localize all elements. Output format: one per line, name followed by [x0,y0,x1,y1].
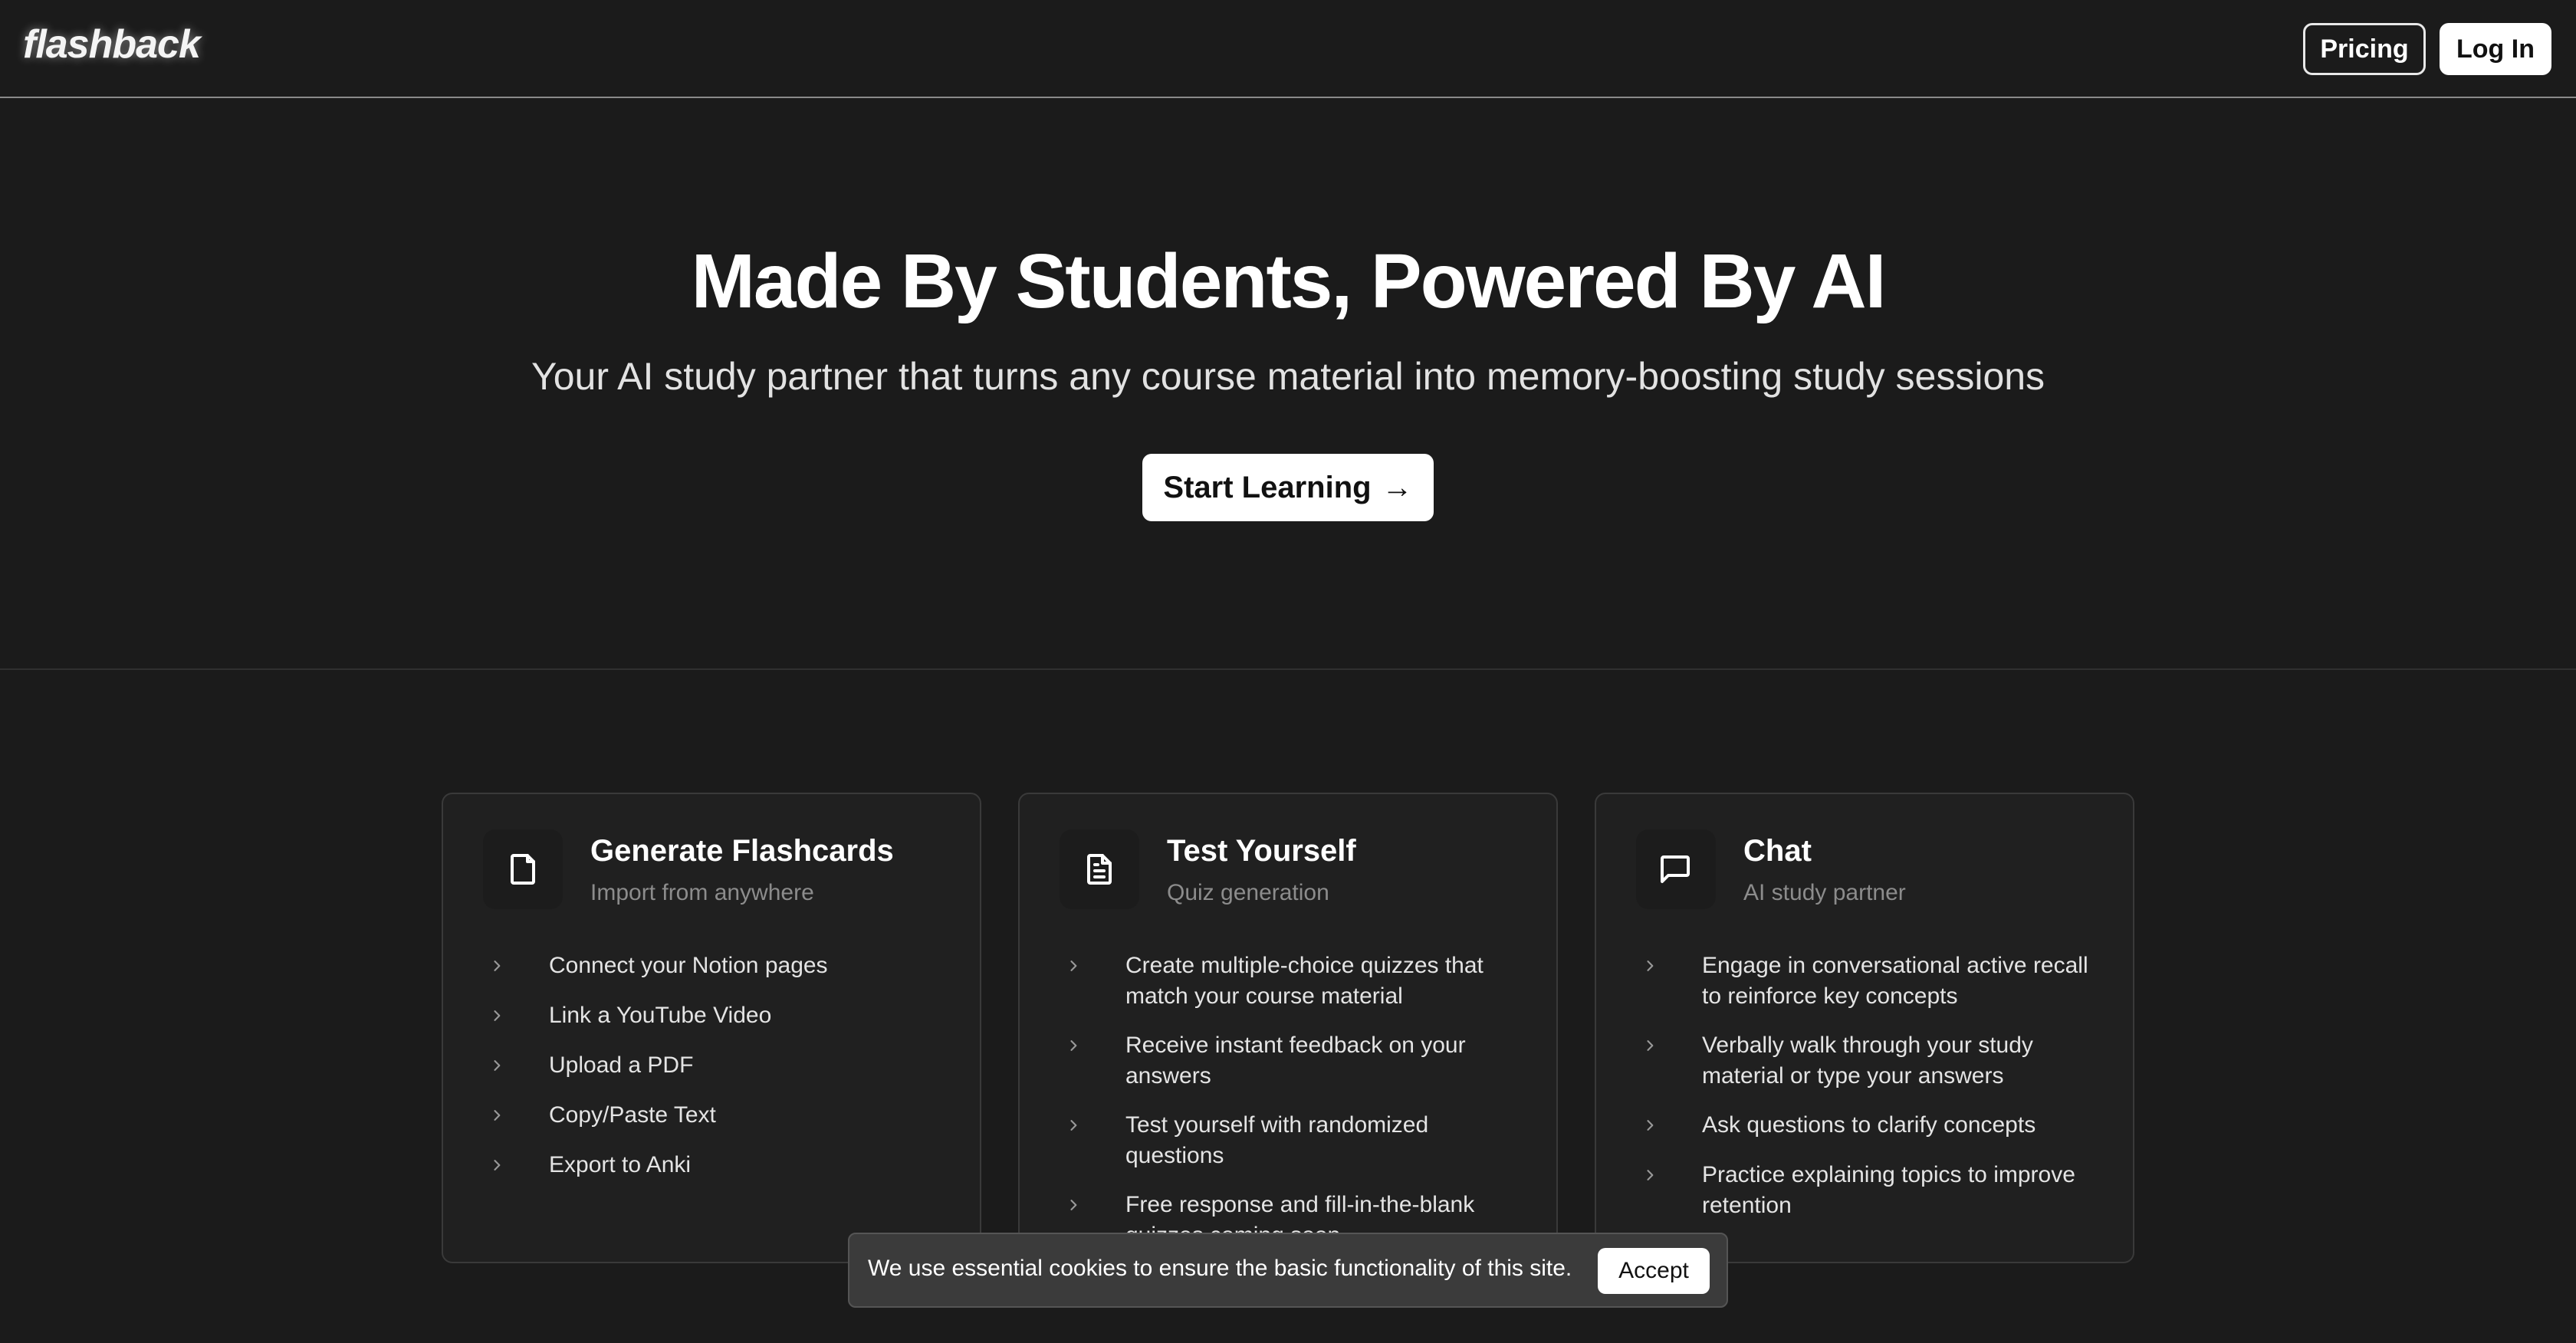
feature-card-chat: Chat AI study partner Engage in conversa… [1595,793,2134,1263]
cookie-text: We use essential cookies to ensure the b… [868,1256,1572,1281]
list-item: Connect your Notion pages [483,951,951,982]
list-item-text: Copy/Paste Text [549,1102,716,1128]
card-title: Test Yourself [1167,834,1356,868]
chevron-right-icon [483,1000,511,1032]
chevron-right-icon [1060,951,1087,982]
card-subtitle: Import from anywhere [590,880,814,905]
chevron-right-icon [1636,1160,1664,1191]
start-learning-button[interactable]: Start Learning → [1142,454,1434,521]
feature-list: Engage in conversational active recall t… [1636,951,2104,1240]
list-item: Verbally walk through your study materia… [1636,1030,2104,1092]
hero-title: Made By Students, Powered By AI [691,238,1887,324]
list-item-text: Ask questions to clarify concepts [1702,1112,2036,1138]
list-item-text: Engage in conversational active recall t… [1702,953,2088,1009]
card-subtitle: AI study partner [1743,880,1906,905]
site-header: flashback Pricing Log In [0,0,2576,98]
list-item-text: Practice explaining topics to improve re… [1702,1162,2075,1218]
feature-list: Create multiple-choice quizzes that matc… [1060,951,1527,1269]
chevron-right-icon [1060,1030,1087,1062]
cookie-banner: We use essential cookies to ensure the b… [848,1233,1728,1308]
accept-cookies-button[interactable]: Accept [1598,1248,1710,1294]
list-item: Engage in conversational active recall t… [1636,951,2104,1012]
chevron-right-icon [1060,1190,1087,1221]
list-item-text: Connect your Notion pages [549,953,828,978]
chevron-right-icon [1636,1110,1664,1141]
file-text-icon [1060,829,1139,909]
list-item: Test yourself with randomized questions [1060,1110,1527,1171]
list-item-text: Test yourself with randomized questions [1125,1112,1429,1168]
chevron-right-icon [483,1100,511,1131]
list-item: Practice explaining topics to improve re… [1636,1160,2104,1221]
start-learning-label: Start Learning [1163,470,1372,504]
list-item-text: Receive instant feedback on your answers [1125,1033,1466,1089]
arrow-right-icon: → [1382,470,1413,504]
chevron-right-icon [1636,951,1664,982]
feature-card-flashcards: Generate Flashcards Import from anywhere… [442,793,981,1263]
list-item: Receive instant feedback on your answers [1060,1030,1527,1092]
pricing-button[interactable]: Pricing [2303,23,2426,75]
list-item: Link a YouTube Video [483,1000,951,1032]
chevron-right-icon [1636,1030,1664,1062]
chevron-right-icon [1060,1110,1087,1141]
message-square-icon [1636,829,1716,909]
list-item-text: Export to Anki [549,1152,692,1177]
chevron-right-icon [483,951,511,982]
list-item: Copy/Paste Text [483,1100,951,1131]
list-item-text: Link a YouTube Video [549,1003,772,1028]
feature-list: Connect your Notion pages Link a YouTube… [483,951,951,1200]
chevron-right-icon [483,1150,511,1181]
login-button[interactable]: Log In [2440,23,2551,75]
card-subtitle: Quiz generation [1167,880,1329,905]
list-item-text: Verbally walk through your study materia… [1702,1033,2033,1089]
list-item: Create multiple-choice quizzes that matc… [1060,951,1527,1012]
feature-card-test-yourself: Test Yourself Quiz generation Create mul… [1018,793,1558,1263]
list-item: Ask questions to clarify concepts [1636,1110,2104,1141]
card-title: Generate Flashcards [590,834,894,868]
logo[interactable]: flashback [23,21,201,67]
file-icon [483,829,563,909]
hero-subtitle: Your AI study partner that turns any cou… [531,355,2045,398]
chevron-right-icon [483,1050,511,1082]
card-title: Chat [1743,834,1812,868]
list-item-text: Create multiple-choice quizzes that matc… [1125,953,1484,1009]
list-item-text: Upload a PDF [549,1052,694,1078]
list-item: Export to Anki [483,1150,951,1181]
list-item: Upload a PDF [483,1050,951,1082]
section-divider [0,668,2576,670]
